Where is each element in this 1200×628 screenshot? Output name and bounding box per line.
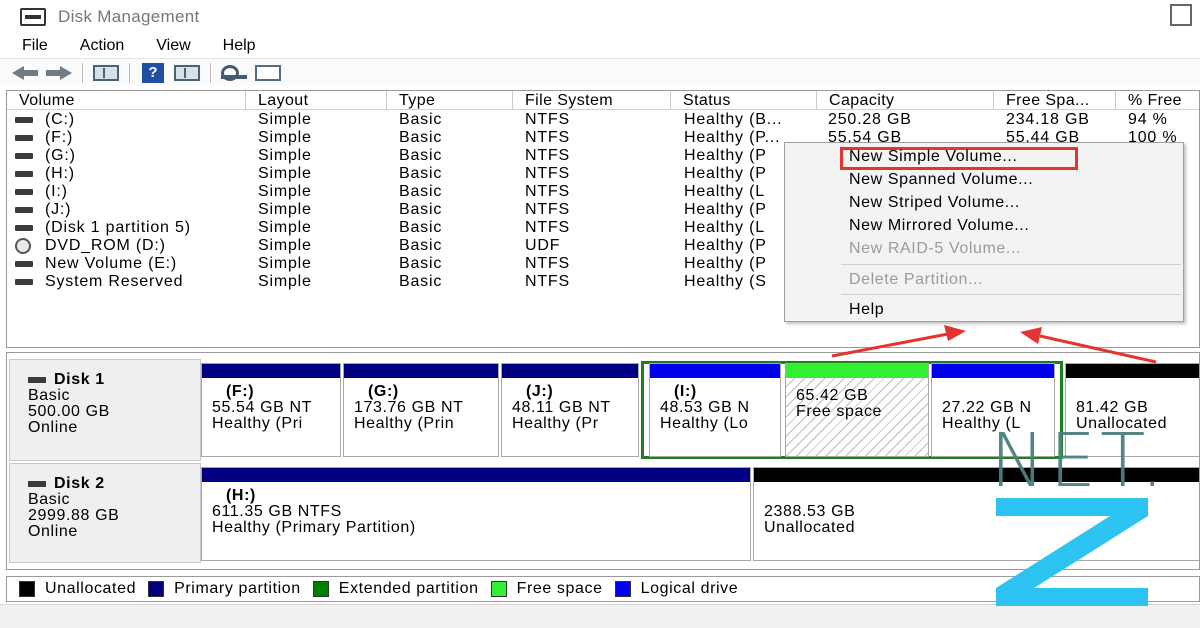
arrow-annotation-left [831, 325, 966, 358]
watermark-net-text: NET. [990, 418, 1169, 504]
arrow-annotation-right [1020, 327, 1157, 364]
watermark-z-logo [996, 498, 1148, 606]
